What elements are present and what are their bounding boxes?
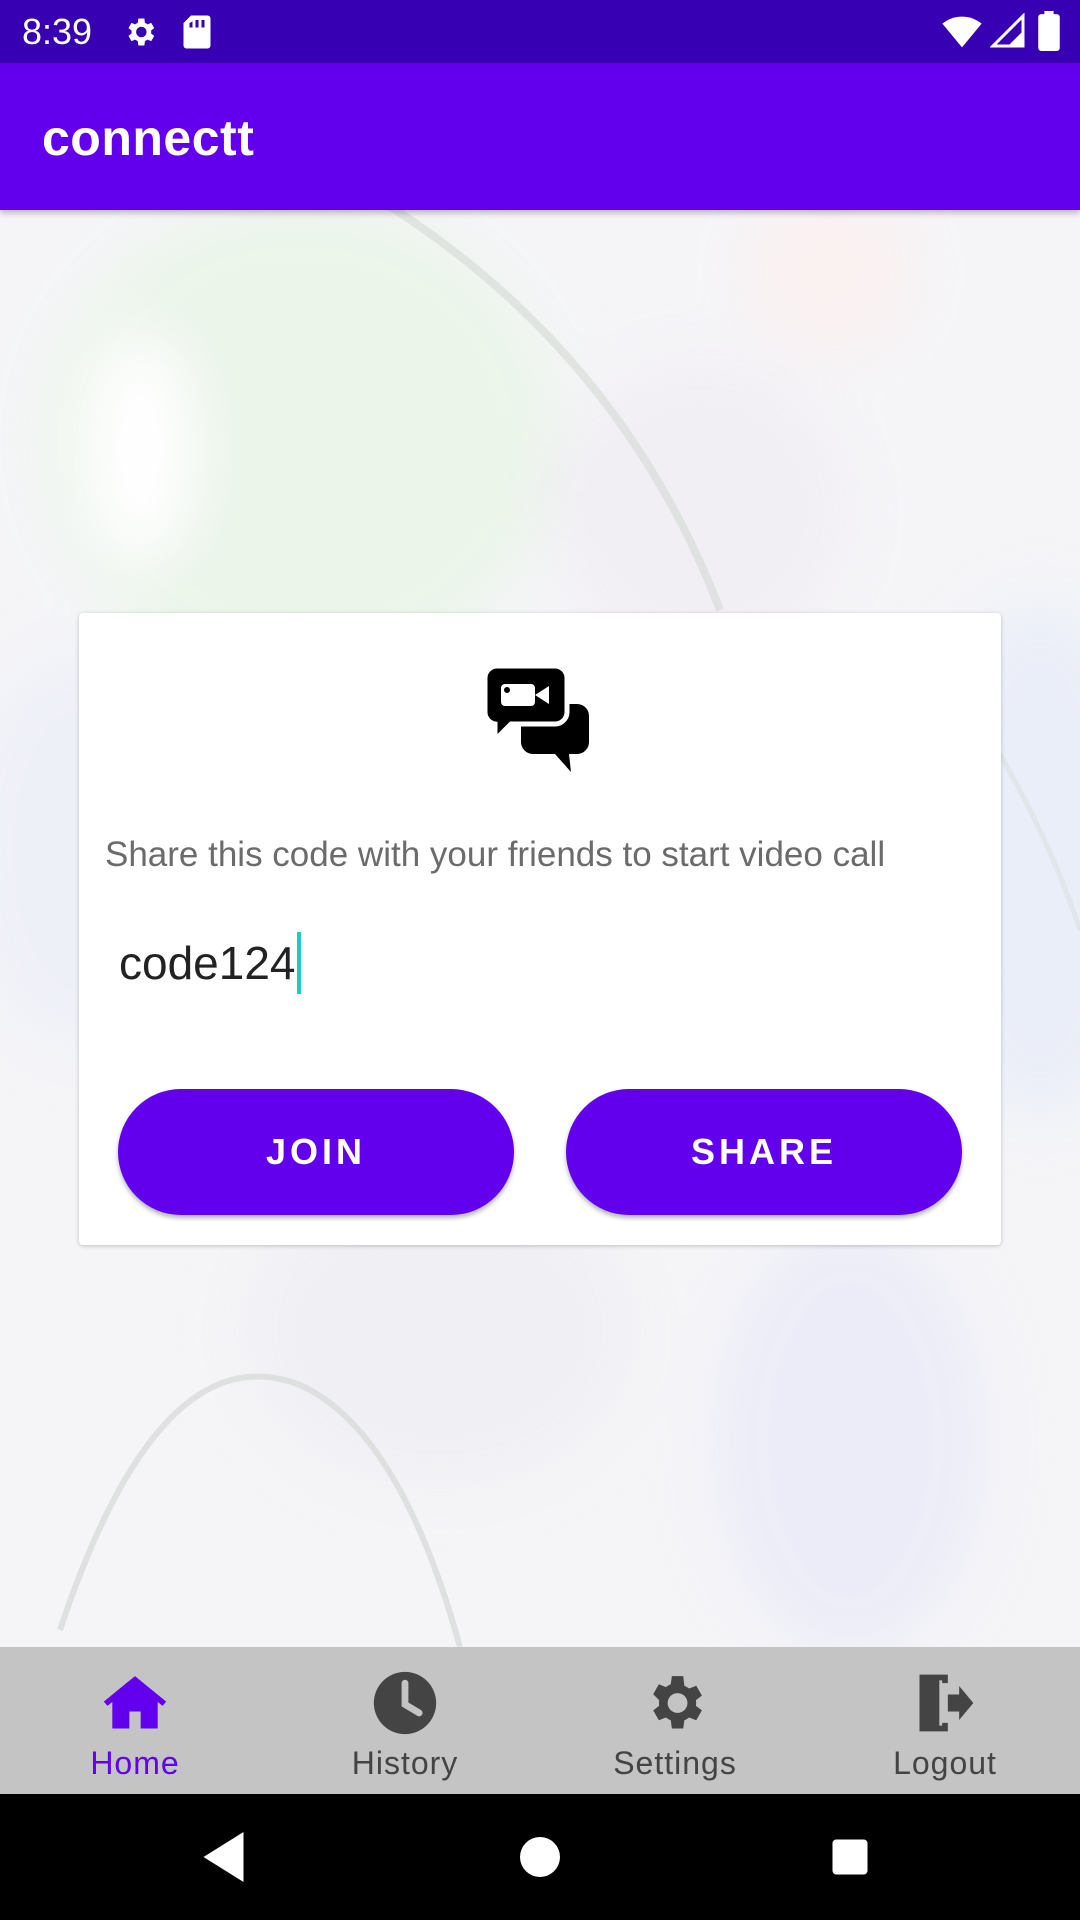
- nav-item-history[interactable]: History: [270, 1647, 540, 1794]
- logout-icon: [911, 1669, 979, 1737]
- gear-icon: [641, 1669, 709, 1737]
- clock-icon: [371, 1669, 439, 1737]
- bottom-navigation: Home History Settings Logout: [0, 1647, 1080, 1794]
- recents-icon[interactable]: [820, 1827, 880, 1887]
- sd-card-icon: [182, 14, 212, 50]
- video-chat-icon: [482, 663, 589, 772]
- share-code-message: Share this code with your friends to sta…: [105, 835, 886, 874]
- text-cursor: [296, 932, 301, 994]
- nav-label-settings: Settings: [613, 1745, 737, 1781]
- nav-item-settings[interactable]: Settings: [540, 1647, 810, 1794]
- home-icon: [101, 1669, 169, 1737]
- home-circle-icon[interactable]: [510, 1827, 570, 1887]
- nav-label-history: History: [351, 1745, 459, 1781]
- code-input[interactable]: code124: [119, 923, 959, 1003]
- app-bar: connectt: [0, 63, 1080, 210]
- nav-item-home[interactable]: Home: [0, 1647, 270, 1794]
- battery-icon: [1038, 11, 1060, 51]
- app-title: connectt: [42, 110, 255, 166]
- status-time: 8:39: [22, 11, 93, 52]
- gear-icon: [122, 14, 158, 50]
- nav-label-home: Home: [90, 1745, 180, 1781]
- nav-item-logout[interactable]: Logout: [810, 1647, 1080, 1794]
- code-input-value[interactable]: code124: [119, 933, 296, 993]
- join-button[interactable]: JOIN: [118, 1089, 514, 1215]
- system-navigation-bar: [0, 1794, 1080, 1920]
- wifi-icon: [942, 13, 982, 49]
- back-icon[interactable]: [196, 1827, 256, 1887]
- share-button[interactable]: SHARE: [566, 1089, 962, 1215]
- signal-icon: [990, 13, 1026, 49]
- main-content: Share this code with your friends to sta…: [0, 210, 1080, 1647]
- nav-label-logout: Logout: [893, 1745, 997, 1781]
- status-bar: 8:39: [0, 0, 1080, 63]
- share-code-card: Share this code with your friends to sta…: [79, 613, 1001, 1245]
